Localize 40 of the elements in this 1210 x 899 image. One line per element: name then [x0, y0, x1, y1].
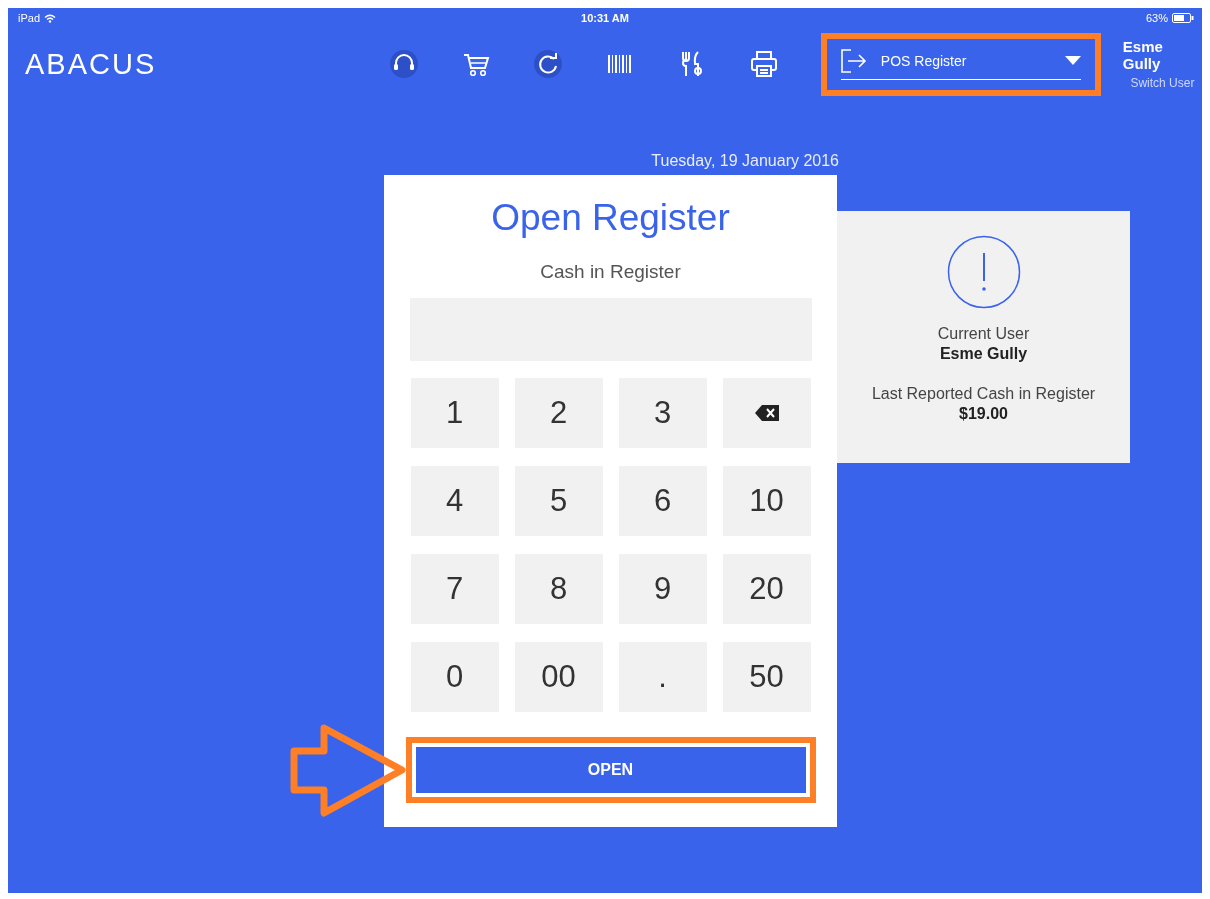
- wifi-icon: [44, 13, 57, 23]
- keypad-key[interactable]: 8: [514, 554, 603, 624]
- keypad-key[interactable]: 2: [514, 378, 603, 448]
- keypad-key[interactable]: 00: [514, 642, 603, 712]
- card-title: Open Register: [491, 197, 730, 239]
- keypad-key[interactable]: 1: [410, 378, 499, 448]
- open-button[interactable]: OPEN: [415, 747, 806, 793]
- keypad-key[interactable]: 10: [722, 466, 811, 536]
- keypad-key[interactable]: 5: [514, 466, 603, 536]
- keypad-key[interactable]: 4: [410, 466, 499, 536]
- date-text: Tuesday, 19 January 2016: [651, 152, 839, 170]
- info-label: Current User: [937, 325, 1030, 343]
- backspace-icon: [754, 405, 779, 421]
- keypad-key[interactable]: 20: [722, 554, 811, 624]
- keypad-key[interactable]: .: [618, 642, 707, 712]
- status-time: 10:31 AM: [581, 12, 629, 24]
- app-logo: ABACUS: [25, 47, 158, 81]
- field-label: Cash in Register: [540, 261, 681, 283]
- alert-icon: [946, 235, 1021, 309]
- register-dropdown[interactable]: POS Register: [840, 48, 1081, 80]
- user-name: Esme Gully: [1122, 38, 1164, 72]
- keypad-key[interactable]: 9: [618, 554, 707, 624]
- keypad-key[interactable]: 0: [410, 642, 499, 712]
- backspace-key[interactable]: [722, 378, 811, 448]
- refresh-icon[interactable]: [532, 49, 563, 79]
- printer-icon[interactable]: [748, 49, 779, 79]
- keypad-key[interactable]: 3: [618, 378, 707, 448]
- info-label: Last Reported Cash in Register: [871, 385, 1096, 403]
- battery-percent: 63%: [1145, 12, 1168, 24]
- switch-user-link[interactable]: Switch User: [1130, 76, 1195, 90]
- caret-icon: [1064, 56, 1081, 65]
- battery-icon: [1172, 13, 1194, 23]
- headset-icon[interactable]: [388, 49, 419, 79]
- exit-icon: [840, 48, 867, 73]
- keypad-key[interactable]: 6: [618, 466, 707, 536]
- keypad-key[interactable]: 7: [410, 554, 499, 624]
- keypad-key[interactable]: 50: [722, 642, 811, 712]
- info-value: Esme Gully: [939, 345, 1028, 363]
- info-value: $19.00: [959, 405, 1008, 423]
- device-name: iPad: [18, 12, 41, 24]
